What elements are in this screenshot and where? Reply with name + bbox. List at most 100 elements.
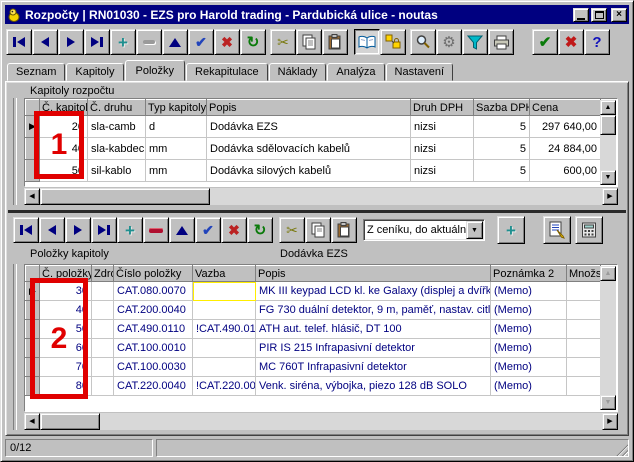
close-button[interactable]: × bbox=[611, 8, 627, 22]
maximize-button[interactable] bbox=[591, 8, 607, 22]
cell[interactable]: MC 760T Infrapasivní detektor bbox=[256, 358, 491, 377]
scroll-right-button[interactable]: ▶ bbox=[602, 413, 618, 430]
chapters-vertical-scrollbar[interactable]: ▲ ▼ bbox=[600, 100, 616, 185]
paste-button[interactable] bbox=[322, 29, 348, 55]
cell[interactable]: nizsi bbox=[411, 116, 474, 138]
cell[interactable] bbox=[92, 282, 114, 301]
scroll-left-button[interactable]: ◀ bbox=[24, 413, 40, 430]
cell[interactable]: (Memo) bbox=[491, 301, 567, 320]
items-insert-button[interactable]: + bbox=[117, 217, 143, 243]
tab-rekapitulace[interactable]: Rekapitulace bbox=[186, 63, 268, 81]
delete-record-button[interactable] bbox=[136, 29, 162, 55]
items-post-button[interactable]: ✔ bbox=[195, 217, 221, 243]
cell[interactable]: 600,00 bbox=[530, 160, 601, 182]
col-header[interactable]: Zdroj bbox=[92, 266, 114, 282]
col-header[interactable]: Vazba bbox=[193, 266, 256, 282]
next-record-button[interactable] bbox=[58, 29, 84, 55]
cell[interactable] bbox=[567, 282, 601, 301]
cell[interactable]: mm bbox=[146, 160, 207, 182]
items-first-button[interactable] bbox=[13, 217, 39, 243]
search-button[interactable] bbox=[410, 29, 436, 55]
cell[interactable]: (Memo) bbox=[491, 320, 567, 339]
refresh-button[interactable]: ↻ bbox=[240, 29, 266, 55]
cell[interactable]: ATH aut. telef. hlásič, DT 100 bbox=[256, 320, 491, 339]
cell[interactable]: FG 730 duální detektor, 9 m, paměť, nast… bbox=[256, 301, 491, 320]
cell[interactable]: nizsi bbox=[411, 138, 474, 160]
cell[interactable] bbox=[193, 301, 256, 320]
col-header[interactable]: Typ kapitoly bbox=[146, 100, 207, 116]
cell[interactable]: Dodávka sdělovacích kabelů bbox=[207, 138, 411, 160]
cell[interactable]: !CAT.220.00 bbox=[193, 377, 256, 396]
cell[interactable] bbox=[92, 339, 114, 358]
items-edit-button[interactable] bbox=[169, 217, 195, 243]
cell[interactable]: CAT.200.0040 bbox=[114, 301, 193, 320]
scroll-up-button[interactable]: ▲ bbox=[600, 266, 616, 281]
edit-record-button[interactable] bbox=[162, 29, 188, 55]
filter-button[interactable] bbox=[462, 29, 488, 55]
cell[interactable]: (Memo) bbox=[491, 339, 567, 358]
col-header[interactable]: Popis bbox=[207, 100, 411, 116]
insert-record-button[interactable]: + bbox=[110, 29, 136, 55]
items-delete-button[interactable] bbox=[143, 217, 169, 243]
cell[interactable]: sla-camb bbox=[88, 116, 146, 138]
cell[interactable] bbox=[567, 358, 601, 377]
items-prior-button[interactable] bbox=[39, 217, 65, 243]
cell[interactable] bbox=[567, 301, 601, 320]
tab-kapitoly[interactable]: Kapitoly bbox=[66, 63, 123, 81]
items-cancel-button[interactable]: ✖ bbox=[221, 217, 247, 243]
scroll-down-button[interactable]: ▼ bbox=[600, 170, 616, 185]
cell[interactable] bbox=[567, 339, 601, 358]
cell[interactable]: 5 bbox=[474, 116, 530, 138]
cell[interactable]: Venk. siréna, výbojka, piezo 128 dB SOLO bbox=[256, 377, 491, 396]
cell[interactable]: CAT.100.0010 bbox=[114, 339, 193, 358]
cell[interactable] bbox=[92, 301, 114, 320]
chapters-horizontal-scrollbar[interactable]: ◀ ▶ bbox=[24, 188, 618, 205]
first-record-button[interactable] bbox=[6, 29, 32, 55]
tab-naklady[interactable]: Náklady bbox=[269, 63, 327, 81]
minimize-button[interactable] bbox=[573, 8, 589, 22]
col-header[interactable]: Poznámka 2 bbox=[491, 266, 567, 282]
print-button[interactable] bbox=[488, 29, 514, 55]
post-record-button[interactable]: ✔ bbox=[188, 29, 214, 55]
last-record-button[interactable] bbox=[84, 29, 110, 55]
scroll-down-button[interactable]: ▼ bbox=[600, 395, 616, 410]
cell[interactable] bbox=[92, 320, 114, 339]
tab-seznam[interactable]: Seznam bbox=[7, 63, 65, 81]
items-vertical-scrollbar[interactable]: ▲ ▼ bbox=[600, 266, 616, 410]
calculator-button[interactable] bbox=[575, 216, 603, 244]
cell[interactable]: !CAT.490.01 bbox=[193, 320, 256, 339]
items-copy-button[interactable] bbox=[305, 217, 331, 243]
col-header[interactable]: Popis bbox=[256, 266, 491, 282]
edit-document-button[interactable] bbox=[543, 216, 571, 244]
col-header[interactable]: Sazba DPH bbox=[474, 100, 530, 116]
col-header[interactable]: Množstv bbox=[567, 266, 601, 282]
left-splitter[interactable] bbox=[13, 264, 17, 430]
cell[interactable]: CAT.100.0030 bbox=[114, 358, 193, 377]
cell[interactable]: Dodávka EZS bbox=[207, 116, 411, 138]
scroll-thumb[interactable] bbox=[40, 413, 100, 430]
items-next-button[interactable] bbox=[65, 217, 91, 243]
left-splitter[interactable] bbox=[13, 98, 17, 205]
cell[interactable]: (Memo) bbox=[491, 358, 567, 377]
cell[interactable]: (Memo) bbox=[491, 282, 567, 301]
cell[interactable] bbox=[193, 358, 256, 377]
lock-button[interactable] bbox=[380, 29, 406, 55]
copy-button[interactable] bbox=[296, 29, 322, 55]
col-header[interactable]: Č. druhu bbox=[88, 100, 146, 116]
catalog-book-button[interactable] bbox=[354, 29, 380, 55]
cancel-record-button[interactable]: ✖ bbox=[214, 29, 240, 55]
settings-button[interactable]: ⚙ bbox=[436, 29, 462, 55]
scroll-thumb[interactable] bbox=[600, 115, 616, 135]
dropdown-arrow-icon[interactable]: ▼ bbox=[466, 221, 483, 239]
cell[interactable]: CAT.220.0040 bbox=[114, 377, 193, 396]
col-header[interactable]: Cena bbox=[530, 100, 601, 116]
scroll-left-button[interactable]: ◀ bbox=[24, 188, 40, 205]
cell[interactable]: CAT.080.0070 bbox=[114, 282, 193, 301]
cell[interactable]: Dodávka silových kabelů bbox=[207, 160, 411, 182]
scroll-up-button[interactable]: ▲ bbox=[600, 100, 616, 115]
cell[interactable]: 5 bbox=[474, 160, 530, 182]
items-paste-button[interactable] bbox=[331, 217, 357, 243]
cell[interactable]: 297 640,00 bbox=[530, 116, 601, 138]
cell[interactable]: sil-kablo bbox=[88, 160, 146, 182]
cell[interactable]: mm bbox=[146, 138, 207, 160]
